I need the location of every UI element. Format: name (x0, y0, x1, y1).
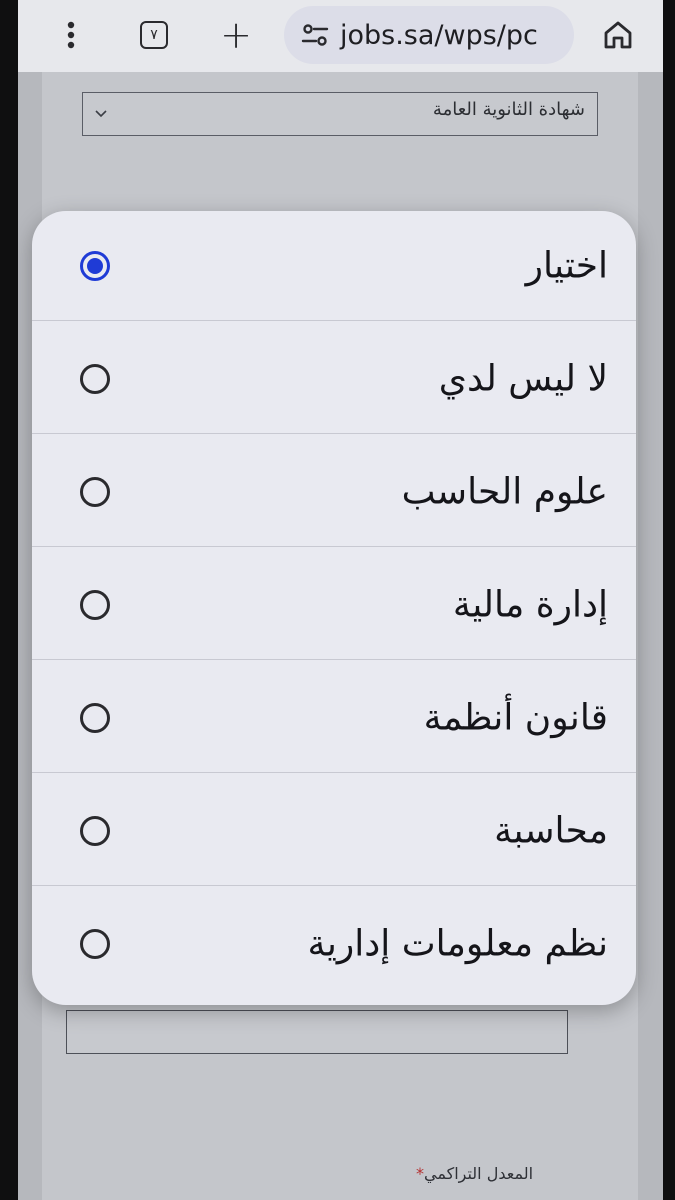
option-label: لا ليس لدي (438, 358, 608, 400)
required-marker: * (416, 1164, 424, 1183)
options-popup: اختيار لا ليس لدي علوم الحاسب إدارة مالي… (32, 211, 636, 1005)
menu-button[interactable] (56, 10, 86, 60)
option-item[interactable]: قانون أنظمة (32, 663, 636, 773)
qualification-select[interactable]: شهادة الثانوية العامة (82, 92, 598, 136)
new-tab-button[interactable]: + (216, 10, 256, 60)
option-label: نظم معلومات إدارية (307, 923, 608, 965)
home-button[interactable] (596, 10, 640, 60)
divider (32, 885, 636, 886)
option-item[interactable]: محاسبة (32, 776, 636, 886)
radio-icon[interactable] (80, 590, 110, 620)
address-bar[interactable]: jobs.sa/wps/pc (284, 6, 574, 64)
radio-icon[interactable] (80, 364, 110, 394)
home-icon (604, 21, 632, 49)
option-item[interactable]: اختيار (32, 211, 636, 321)
option-label: اختيار (525, 245, 608, 287)
divider (32, 320, 636, 321)
option-label: علوم الحاسب (401, 471, 608, 513)
tab-switcher-button[interactable]: ٧ (134, 10, 174, 60)
chevron-down-icon (95, 110, 107, 118)
option-item[interactable]: لا ليس لدي (32, 324, 636, 434)
radio-icon[interactable] (80, 703, 110, 733)
radio-icon[interactable] (80, 816, 110, 846)
option-item[interactable]: إدارة مالية (32, 550, 636, 660)
site-settings-icon (301, 24, 329, 46)
divider (32, 546, 636, 547)
radio-selected-icon[interactable] (80, 251, 110, 281)
qualification-value: شهادة الثانوية العامة (432, 99, 585, 120)
divider (32, 659, 636, 660)
url-text: jobs.sa/wps/pc (340, 19, 538, 51)
device-frame: ٧ + jobs.sa/wps/pc شهادة الثانوية العامة… (0, 0, 675, 1200)
option-item[interactable]: علوم الحاسب (32, 437, 636, 547)
more-vertical-icon (67, 21, 75, 49)
divider (32, 772, 636, 773)
gpa-label: المعدل التراكمي* (416, 1164, 533, 1183)
radio-icon[interactable] (80, 477, 110, 507)
browser-toolbar: ٧ + jobs.sa/wps/pc (18, 0, 663, 72)
option-label: قانون أنظمة (423, 697, 608, 739)
screen: ٧ + jobs.sa/wps/pc شهادة الثانوية العامة… (18, 0, 663, 1200)
divider (32, 433, 636, 434)
option-item[interactable]: نظم معلومات إدارية (32, 889, 636, 999)
option-label: إدارة مالية (452, 584, 608, 626)
specialization-input[interactable] (66, 1010, 568, 1054)
radio-icon[interactable] (80, 929, 110, 959)
tab-count: ٧ (140, 21, 168, 49)
gpa-label-text: المعدل التراكمي (424, 1164, 534, 1183)
option-label: محاسبة (494, 810, 608, 852)
